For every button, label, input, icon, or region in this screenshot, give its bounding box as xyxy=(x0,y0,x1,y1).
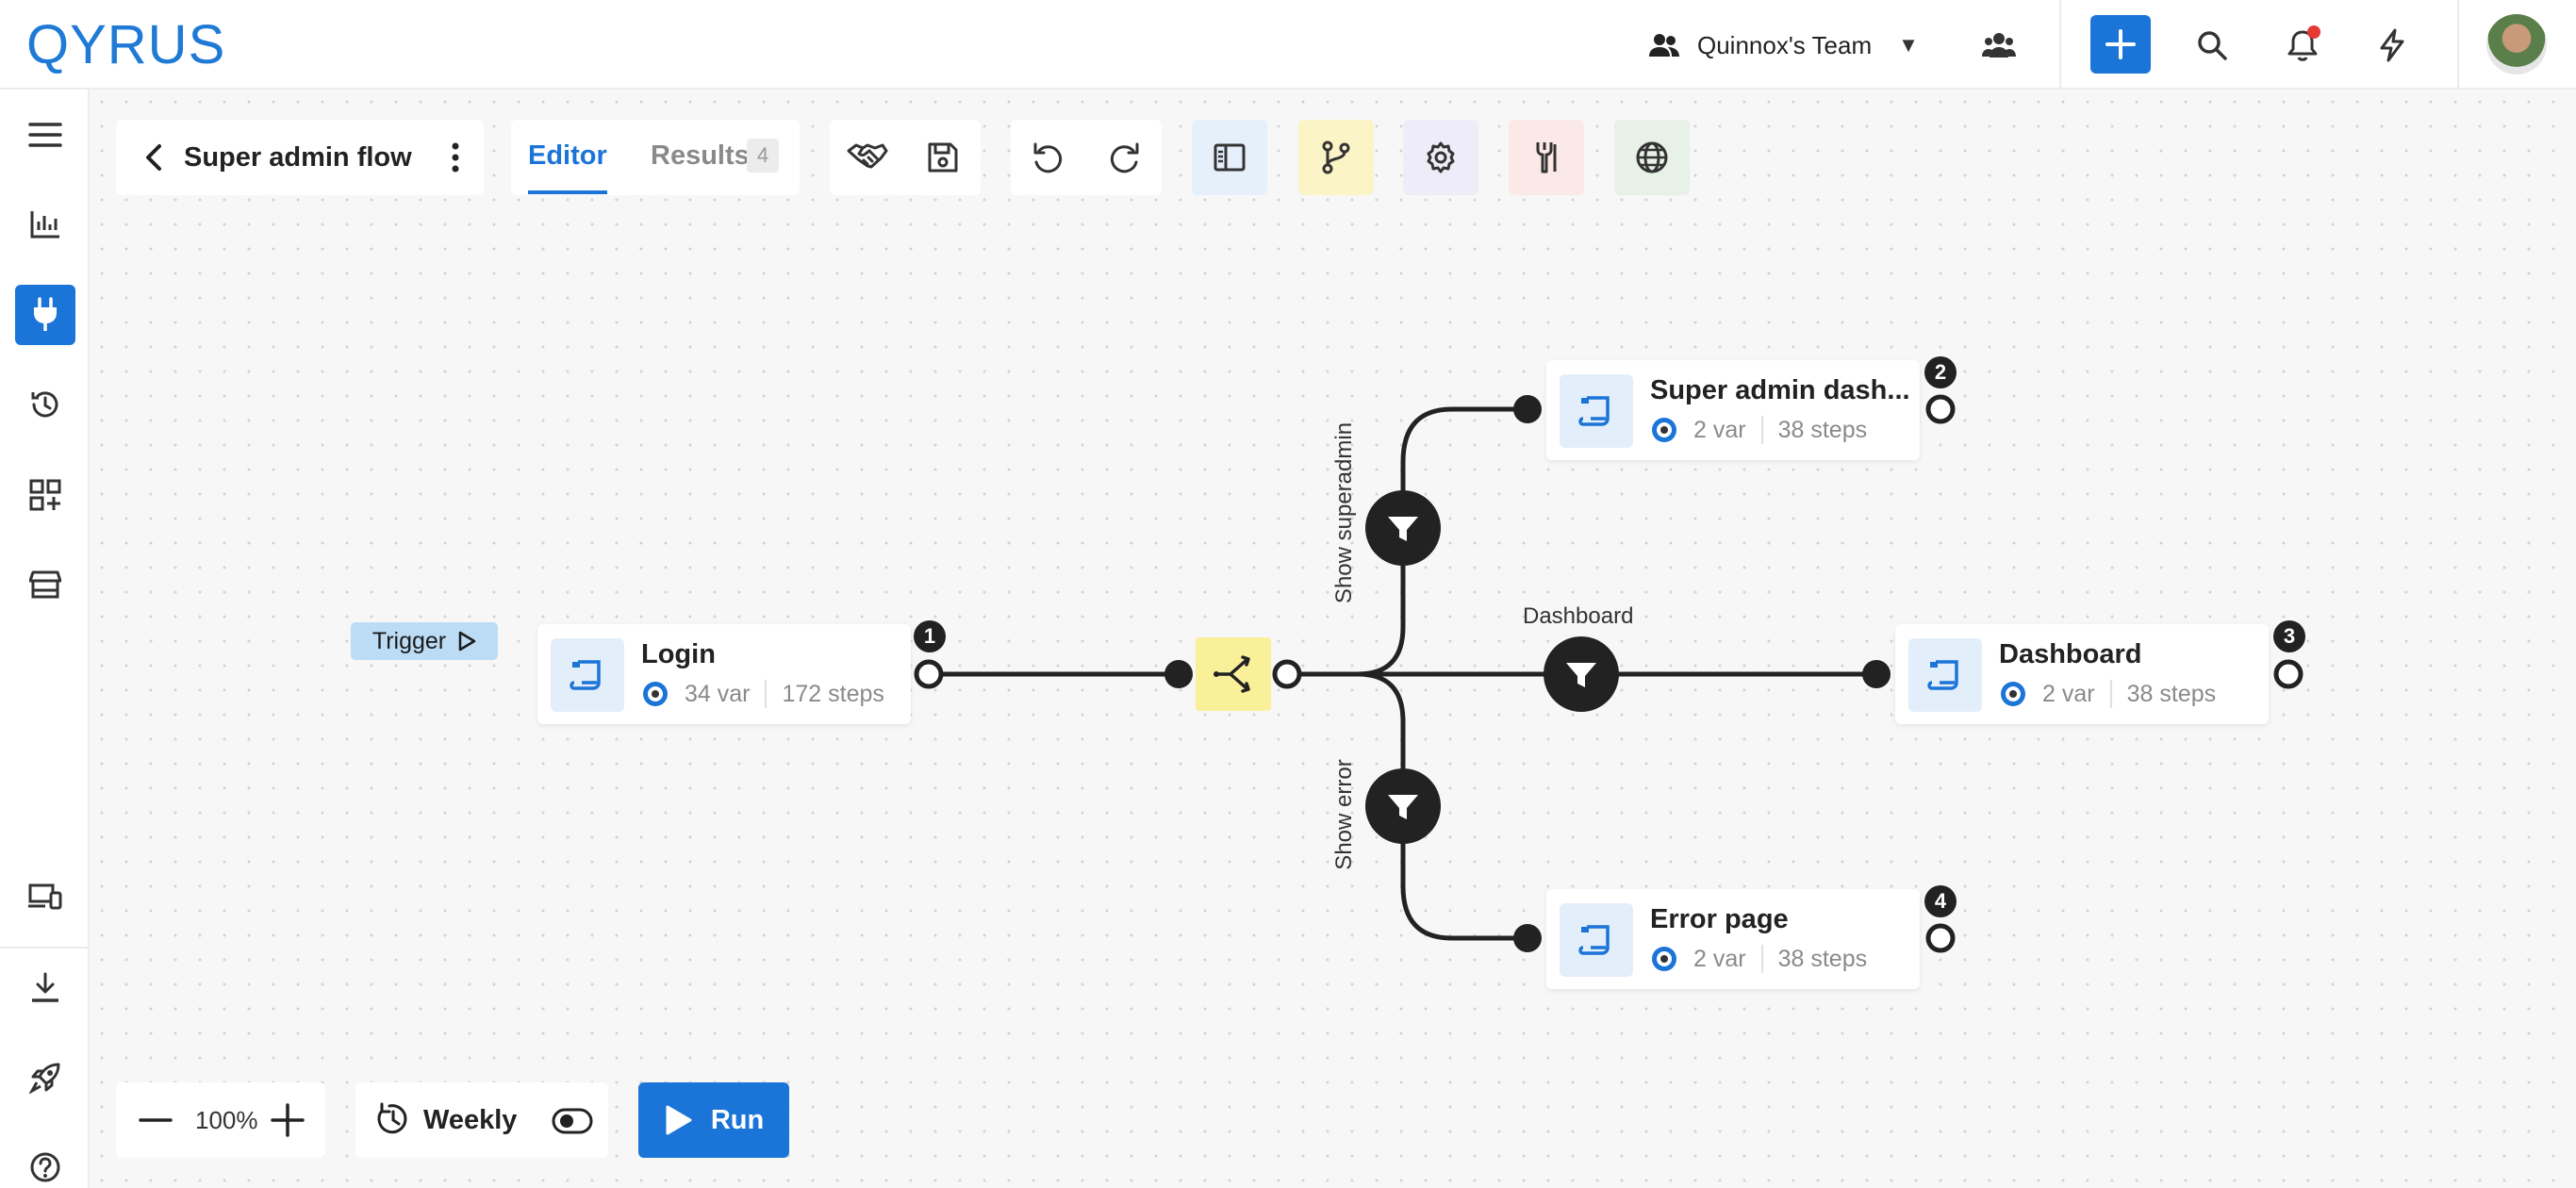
node-meta: 2 var 38 steps xyxy=(1650,944,1867,974)
error-output-port xyxy=(1925,923,1956,953)
run-label: Run xyxy=(710,1104,765,1135)
node-vars: 34 var xyxy=(685,681,751,707)
node-login[interactable]: Login 34 var 172 steps xyxy=(537,624,911,724)
node-title: Error page xyxy=(1650,904,1789,934)
superadmin-output-port xyxy=(1925,394,1956,424)
zoom-level: 100% xyxy=(195,1106,258,1134)
dashboard-output-port xyxy=(2273,659,2304,689)
node-badge: 1 xyxy=(914,620,946,652)
node-vars: 2 var xyxy=(2042,681,2095,707)
script-icon xyxy=(1560,903,1633,977)
variable-icon xyxy=(1652,947,1676,971)
schedule-clock-icon xyxy=(377,1102,407,1134)
superadmin-input-port xyxy=(1513,395,1542,423)
node-badge: 3 xyxy=(2273,620,2305,652)
play-icon xyxy=(666,1105,692,1135)
meta-divider xyxy=(1760,945,1763,973)
flow-connectors xyxy=(914,394,2304,953)
play-outline-icon xyxy=(458,631,476,652)
variable-icon xyxy=(1652,418,1676,442)
schedule-toggle[interactable] xyxy=(552,1107,593,1135)
node-title: Login xyxy=(641,639,716,669)
node-meta: 34 var 172 steps xyxy=(641,679,884,709)
node-dashboard[interactable]: Dashboard 2 var 38 steps xyxy=(1895,624,2269,724)
zoom-in-icon[interactable] xyxy=(267,1097,308,1143)
dashboard-input-port xyxy=(1862,660,1891,688)
script-icon xyxy=(551,638,624,712)
meta-divider xyxy=(765,680,768,708)
node-vars: 2 var xyxy=(1693,417,1746,443)
meta-divider xyxy=(2109,680,2112,708)
filter-node-superadmin xyxy=(1365,490,1441,566)
node-steps: 38 steps xyxy=(1777,946,1868,972)
trigger-button[interactable]: Trigger xyxy=(351,622,498,660)
node-meta: 2 var 38 steps xyxy=(1999,679,2216,709)
edge-label-superadmin: Show superadmin xyxy=(1331,421,1357,604)
zoom-controls: 100% xyxy=(116,1082,325,1158)
schedule-label: Weekly xyxy=(423,1105,518,1135)
node-title: Super admin dash... xyxy=(1650,375,1910,405)
error-input-port xyxy=(1513,924,1542,952)
zoom-out-icon[interactable] xyxy=(135,1097,176,1143)
edge-label-error: Show error xyxy=(1331,759,1357,870)
node-steps: 172 steps xyxy=(782,681,884,707)
node-steps: 38 steps xyxy=(2126,681,2217,707)
script-icon xyxy=(1908,638,1982,712)
split-input-port xyxy=(1164,660,1193,688)
node-error-page[interactable]: Error page 2 var 38 steps xyxy=(1546,889,1920,989)
node-badge: 2 xyxy=(1924,356,1957,388)
trigger-label: Trigger xyxy=(372,627,447,654)
edge-label-dashboard: Dashboard xyxy=(1523,603,1634,629)
node-title: Dashboard xyxy=(1999,639,2142,669)
node-badge: 4 xyxy=(1924,885,1957,917)
script-icon xyxy=(1560,374,1633,448)
node-super-admin[interactable]: Super admin dash... 2 var 38 steps xyxy=(1546,360,1920,460)
split-output-port xyxy=(1272,659,1302,689)
split-node xyxy=(1196,637,1271,711)
node-meta: 2 var 38 steps xyxy=(1650,415,1867,445)
node-steps: 38 steps xyxy=(1777,417,1868,443)
run-button[interactable]: Run xyxy=(638,1082,789,1158)
node-vars: 2 var xyxy=(1693,946,1746,972)
meta-divider xyxy=(1760,416,1763,444)
login-output-port xyxy=(914,659,944,689)
filter-node-dashboard xyxy=(1544,636,1619,712)
variable-icon xyxy=(643,682,668,706)
variable-icon xyxy=(2001,682,2025,706)
filter-node-error xyxy=(1365,768,1441,844)
schedule-control[interactable]: Weekly xyxy=(355,1082,608,1158)
